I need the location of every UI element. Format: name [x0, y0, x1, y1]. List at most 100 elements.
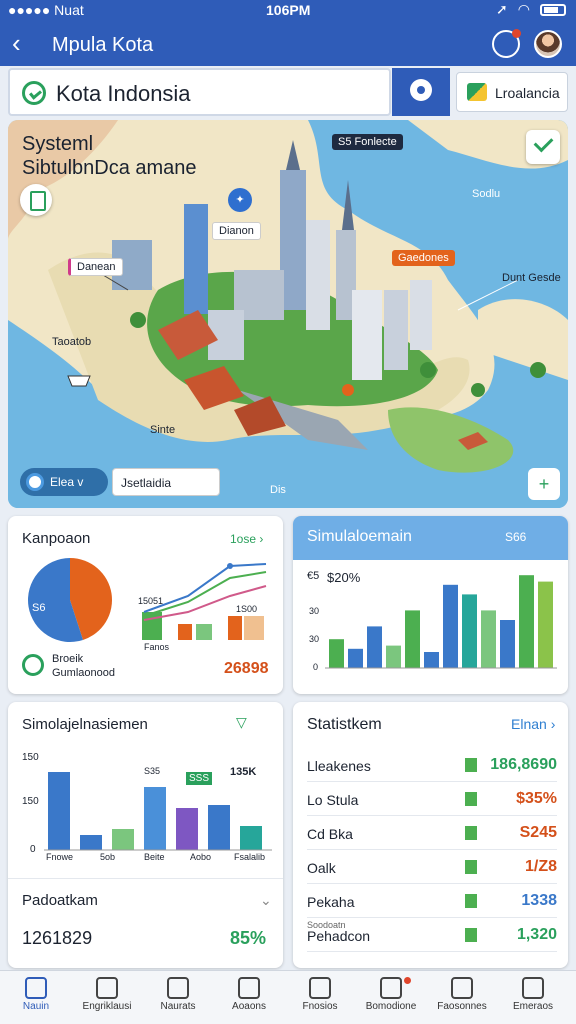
chart-bar: [112, 829, 134, 850]
pad-percent: 85%: [230, 928, 267, 948]
alert-dot-icon: [404, 977, 411, 984]
stat-color-square: [465, 758, 477, 772]
language-button[interactable]: Lroalancia: [456, 72, 568, 112]
carrier-label: ●●●●● Nuat: [8, 2, 84, 18]
search-value: Kota Indonsia: [56, 81, 191, 106]
chart-bar: [424, 652, 439, 668]
area-selector-pill[interactable]: Elea v: [20, 468, 108, 496]
chart-bar: [367, 626, 382, 668]
chart-bar: [144, 787, 166, 850]
nav-item[interactable]: Faosonnes: [430, 975, 494, 1021]
legend-line1: Broeik: [52, 653, 84, 665]
stat-value: S245: [519, 824, 557, 841]
language-label: Lroalancia: [495, 85, 560, 101]
pie-chart: [27, 558, 112, 642]
check-badge-icon: [22, 654, 44, 676]
map-pin-icon: [410, 79, 432, 101]
map-legend-chip[interactable]: Jsetlaidia: [112, 468, 220, 496]
stat-name: Pekaha: [307, 894, 355, 910]
chart-bar: [240, 826, 262, 850]
map-title: Systeml SibtulbnDca amane: [22, 132, 197, 180]
stat-row[interactable]: Cd Bka S245: [307, 820, 557, 850]
document-icon[interactable]: [20, 184, 52, 216]
simple-bar-label: SSS: [186, 772, 213, 785]
simple-stats-card[interactable]: Simolajelnasiemen ▽ 150 150 0 S35 SSS 13…: [8, 702, 283, 968]
pad-number: 1261829: [22, 928, 93, 948]
stat-name: Cd Bka: [307, 826, 353, 842]
location-button[interactable]: [392, 68, 450, 116]
home-icon: [25, 977, 47, 999]
nav-item[interactable]: Engriklausi: [75, 975, 139, 1021]
nav-item[interactable]: Bomodione: [359, 975, 423, 1021]
stat-name: Lleakenes: [307, 758, 371, 774]
nav-label: Engriklausi: [82, 1001, 132, 1012]
stat-name: Oalk: [307, 860, 336, 876]
stat-value: 1338: [521, 892, 557, 909]
simulation-bar-chart: [325, 575, 557, 669]
confirm-check-button[interactable]: [526, 130, 560, 164]
simulation-card[interactable]: Simulaloemain S66 €5 $20% 30 30 0: [293, 516, 568, 694]
simple-x-label: Fsalalib: [234, 852, 266, 862]
pie-label: S6: [32, 602, 46, 614]
comparison-card[interactable]: Kanpoaon 1ose › 15051 1S00 Fanos S6 Broe…: [8, 516, 283, 694]
chart-bar: [348, 648, 363, 668]
simple-x-label: Fnowe: [46, 852, 74, 862]
simple-x-label: 5ob: [100, 852, 116, 862]
nav-item[interactable]: Fnosios: [288, 975, 352, 1021]
nav-label: Nauin: [22, 1001, 50, 1012]
person-icon: [522, 977, 544, 999]
bottom-navigation: Nauin Engriklausi Naurats Aoaons Fnosios Bomo…: [0, 970, 576, 1024]
stat-value: 1,320: [516, 926, 557, 943]
chart-bar: [462, 594, 477, 668]
map-tag-dark[interactable]: S5 Fonlecte: [332, 134, 403, 150]
status-icons: ➚ ◠: [496, 1, 566, 18]
nav-label: Faosonnes: [437, 1001, 487, 1012]
mini-axis-right: 1S00: [236, 604, 258, 614]
map-title-line1: Systeml: [22, 133, 94, 155]
search-field[interactable]: Kota Indonsia: [8, 68, 391, 116]
mini-bar: [178, 624, 192, 640]
city-map-card[interactable]: Systeml SibtulbnDca amane S5 Fonlecte ✦ …: [8, 120, 568, 508]
badge-icon: [238, 977, 260, 999]
stat-color-square: [465, 860, 477, 874]
map-marker-icon[interactable]: ✦: [228, 188, 252, 212]
map-tag-east: Dunt Gesde: [502, 272, 561, 284]
doc-icon: [380, 977, 402, 999]
upload-icon: [96, 977, 118, 999]
stat-row[interactable]: Pekaha 1338: [307, 888, 557, 918]
stat-row[interactable]: Lo Stula $35%: [307, 786, 557, 816]
statistics-link[interactable]: Elnan ›: [511, 716, 555, 732]
chart-bar: [208, 805, 230, 850]
nav-item[interactable]: Aoaons: [217, 975, 281, 1021]
map-tag-bottom: Dis: [270, 484, 286, 496]
chart-bar: [443, 584, 458, 668]
app-header: ●●●●● Nuat 106PM ➚ ◠ ‹ Mpula Kota: [0, 0, 576, 66]
map-tag-northeast: Sodlu: [472, 188, 501, 200]
radio-dot-icon: [26, 473, 44, 491]
stat-name: Lo Stula: [307, 792, 359, 808]
stat-color-square: [465, 826, 477, 840]
stat-row[interactable]: Lleakenes 186,8690: [307, 752, 557, 782]
statistics-card[interactable]: Statistkem Elnan › Lleakenes 186,8690 Lo S…: [293, 702, 568, 968]
map-tag-orange[interactable]: Gaedones: [392, 250, 455, 266]
avatar[interactable]: [534, 30, 562, 58]
mini-bar: [196, 624, 212, 640]
recenter-crosshair-icon[interactable]: +: [528, 468, 560, 500]
nav-item[interactable]: Naurats: [146, 975, 210, 1021]
chevron-down-icon[interactable]: ⌄: [260, 892, 272, 909]
notification-icon[interactable]: [492, 29, 521, 58]
simple-bar-label: 135K: [230, 766, 257, 778]
statistics-title: Statistkem: [307, 716, 382, 733]
back-chevron-icon[interactable]: ‹: [12, 30, 21, 56]
chart-bar: [80, 835, 102, 850]
map-legend-label: Jsetlaidia: [121, 476, 172, 490]
nav-item[interactable]: Nauin: [4, 975, 68, 1021]
check-circle-icon: [22, 81, 46, 105]
stat-row[interactable]: Oalk 1/Z8: [307, 854, 557, 884]
group-icon: [451, 977, 473, 999]
map-tag-white[interactable]: Danean: [68, 258, 123, 276]
nav-item[interactable]: Emeraos: [501, 975, 565, 1021]
mini-axis-top: 15051: [138, 596, 164, 606]
map-tag-blue[interactable]: Dianon: [212, 222, 261, 240]
simple-x-label: Beite: [144, 852, 165, 862]
